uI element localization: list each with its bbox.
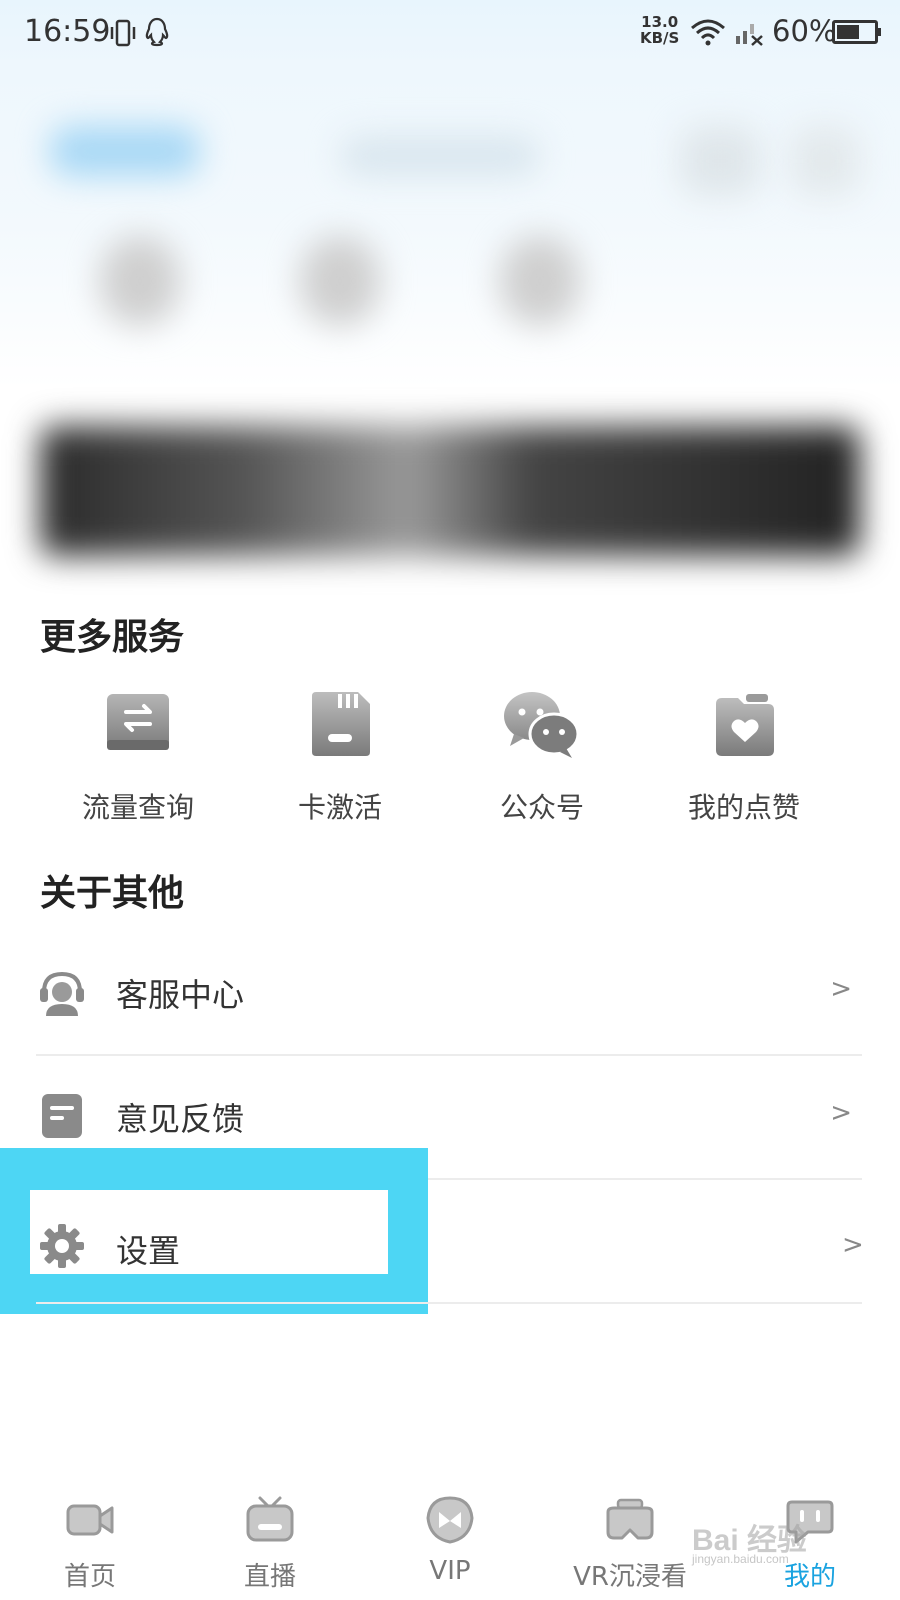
service-my-likes[interactable]: 我的点赞 xyxy=(644,690,844,830)
tab-label: 直播 xyxy=(243,1562,296,1592)
video-camera-icon xyxy=(64,1494,116,1546)
baidu-watermark-url: jingyan.baidu.com xyxy=(692,1552,789,1566)
signal-icon xyxy=(734,18,764,50)
service-label: 卡激活 xyxy=(297,791,382,824)
more-services-title: 更多服务 xyxy=(40,617,185,658)
likes-folder-icon xyxy=(712,690,776,758)
tab-label: 首页 xyxy=(63,1562,116,1592)
about-others-title: 关于其他 xyxy=(40,873,185,914)
service-sim-activation[interactable]: 卡激活 xyxy=(240,690,440,830)
tv-icon xyxy=(244,1494,296,1546)
settings-label: 设置 xyxy=(116,1232,181,1270)
net-speed-value: 13.0 xyxy=(641,13,679,31)
data-usage-icon xyxy=(106,690,170,758)
blurred-shape xyxy=(500,236,580,326)
service-data-usage[interactable]: 流量查询 xyxy=(38,690,238,830)
wifi-icon xyxy=(690,18,726,50)
tab-home[interactable]: 首页 xyxy=(0,1480,180,1600)
net-speed: 13.0 KB/S xyxy=(640,14,679,46)
chevron-right-icon: > xyxy=(842,1230,864,1260)
gear-icon xyxy=(38,1222,86,1270)
customer-service-icon xyxy=(38,968,86,1016)
service-official-account[interactable]: 公众号 xyxy=(442,690,642,830)
battery-percentage: 60% xyxy=(772,14,837,48)
service-label: 流量查询 xyxy=(81,791,194,824)
battery-icon xyxy=(832,20,881,44)
blurred-banner xyxy=(40,426,860,556)
net-speed-unit: KB/S xyxy=(640,29,680,47)
qq-icon xyxy=(144,16,170,52)
wechat-icon xyxy=(502,690,582,758)
status-time: 16:59 xyxy=(24,14,111,49)
service-label: 公众号 xyxy=(499,791,584,824)
vip-diamond-icon xyxy=(424,1494,476,1546)
blurred-shape xyxy=(300,236,380,326)
list-item-customer-service[interactable]: 客服中心 > xyxy=(36,930,862,1054)
vibrate-icon xyxy=(110,18,136,52)
feedback-icon xyxy=(38,1092,86,1140)
blurred-shape xyxy=(100,236,180,326)
more-services-grid: 流量查询 卡激活 公众号 我的点赞 xyxy=(0,690,900,830)
tab-label: VIP xyxy=(429,1556,471,1586)
list-item-label: 客服中心 xyxy=(116,976,245,1014)
blurred-shape xyxy=(340,136,540,176)
battery-level xyxy=(837,25,859,39)
status-bar: 16:59 13.0 KB/S 60% xyxy=(0,0,900,66)
service-label: 我的点赞 xyxy=(687,791,800,824)
chevron-right-icon: > xyxy=(830,1098,852,1128)
blurred-shape xyxy=(680,126,760,196)
tab-live[interactable]: 直播 xyxy=(180,1480,360,1600)
sim-card-icon xyxy=(308,690,372,758)
vr-headset-icon xyxy=(604,1494,656,1546)
chevron-right-icon: > xyxy=(830,974,852,1004)
tab-vip[interactable]: VIP xyxy=(360,1480,540,1600)
blurred-shape xyxy=(790,126,860,196)
list-item-label: 意见反馈 xyxy=(116,1100,245,1138)
blurred-shape xyxy=(50,126,200,176)
divider xyxy=(36,1302,862,1304)
blurred-profile-area xyxy=(0,66,900,604)
